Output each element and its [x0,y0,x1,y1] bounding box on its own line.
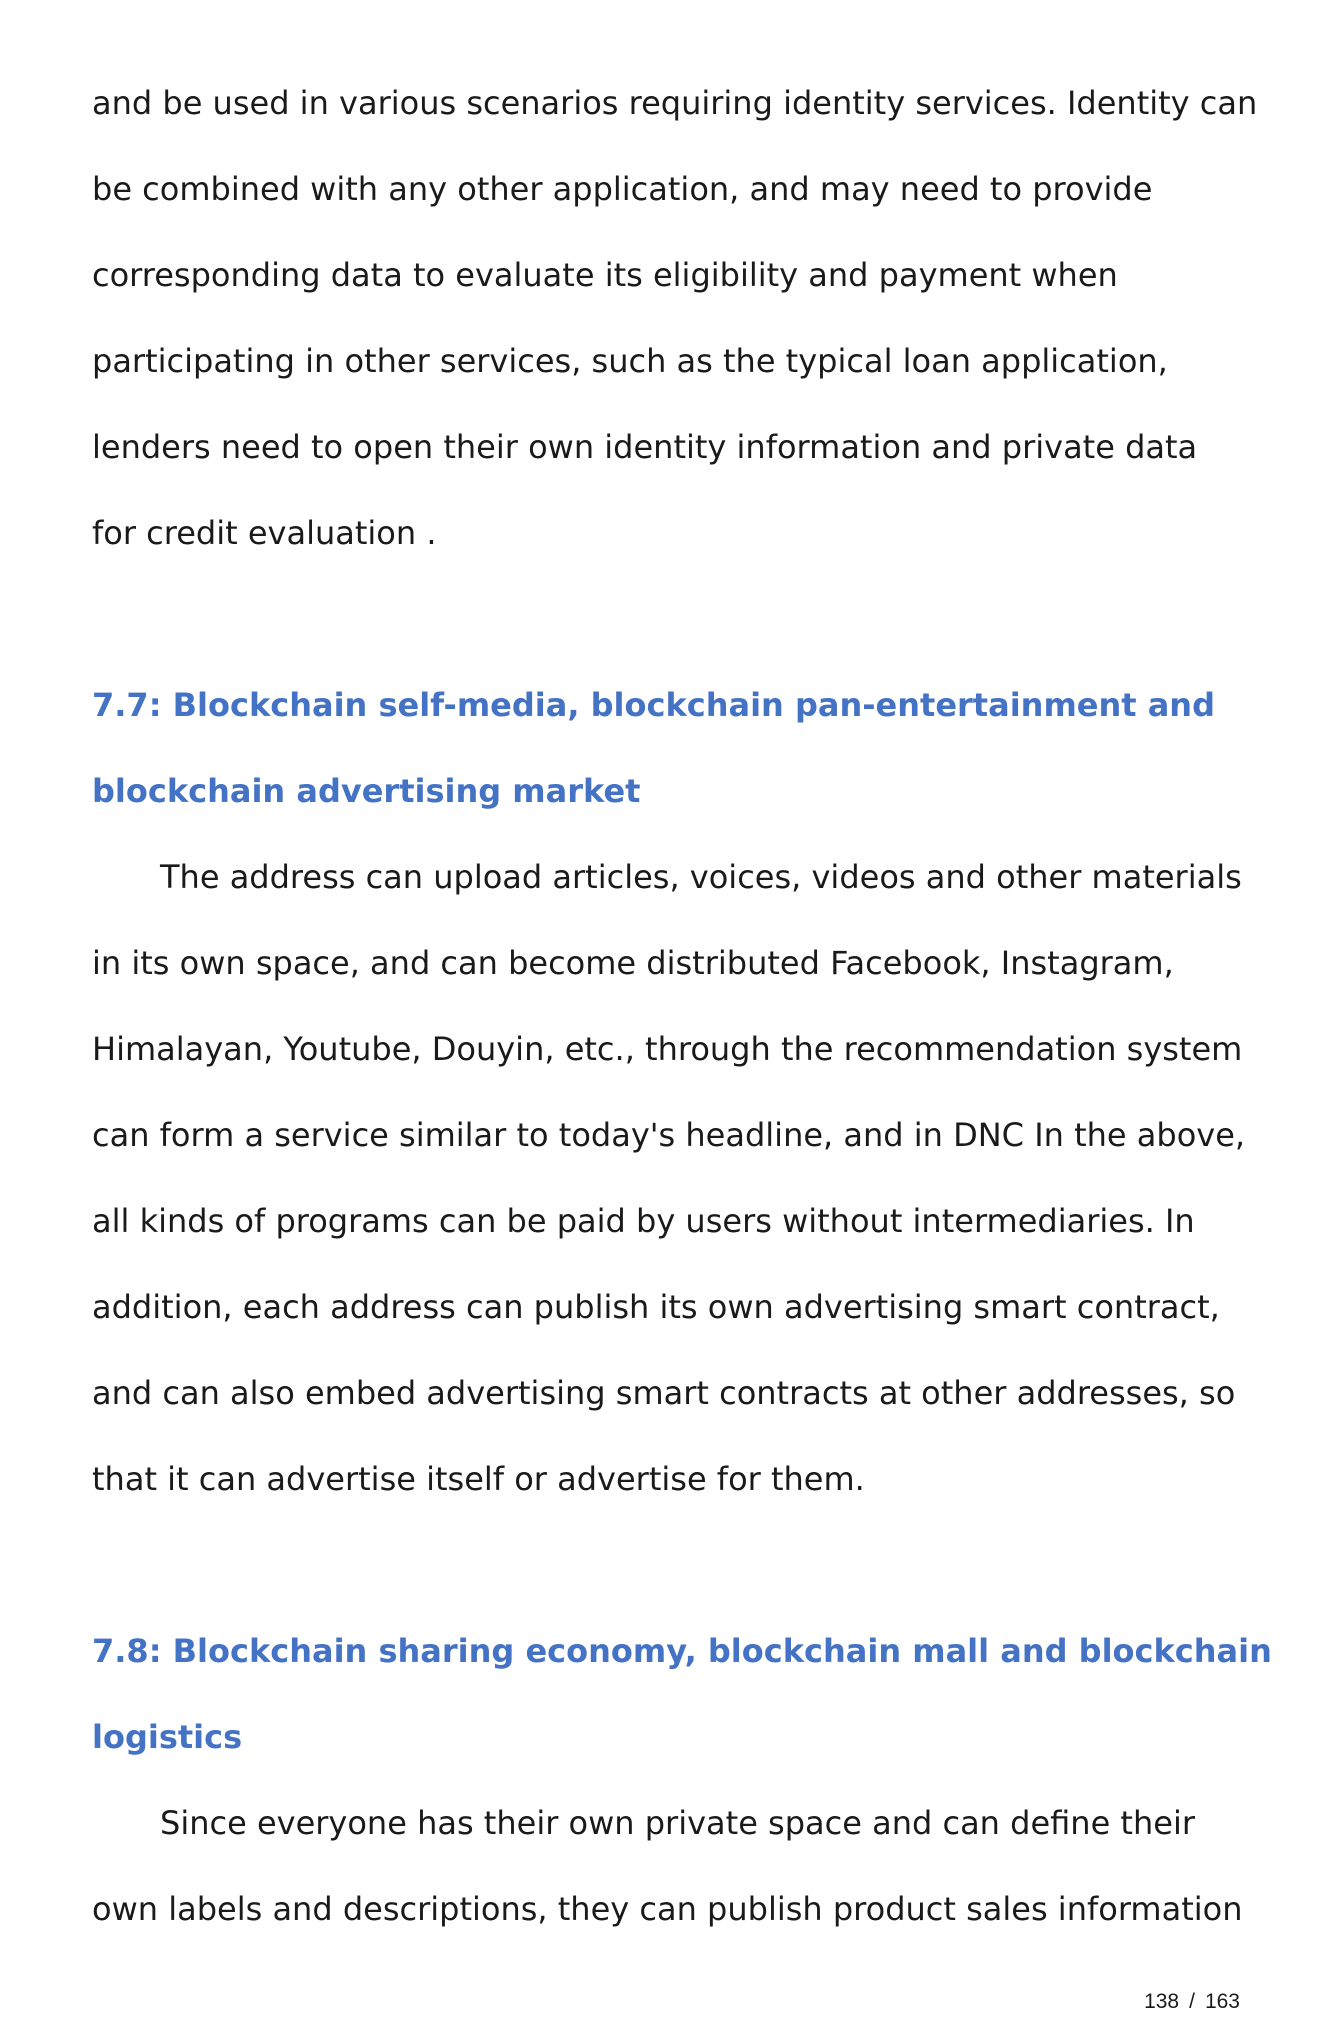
paragraph-line: for credit evaluation . [92,514,437,552]
document-page: and be used in various scenarios requiri… [92,60,1272,1952]
current-page: 138 [1144,1990,1180,2013]
intro-paragraph: and be used in various scenarios requiri… [92,60,1258,576]
paragraph-line: and be used in various scenarios requiri… [92,84,1258,122]
paragraph-line: Since everyone has their own private spa… [160,1804,1195,1842]
paragraph-line: that it can advertise itself or advertis… [92,1460,865,1498]
paragraph-line: all kinds of programs can be paid by use… [92,1202,1195,1240]
section-7-7-body: The address can upload articles, voices,… [92,834,1252,1522]
page-separator: / [1189,1990,1195,2013]
paragraph-line: lenders need to open their own identity … [92,428,1198,466]
paragraph-line: be combined with any other application, … [92,170,1153,208]
paragraph-line: corresponding data to evaluate its eligi… [92,256,1118,294]
paragraph-line: The address can upload articles, voices,… [160,858,1242,896]
section-heading-7-8: 7.8: Blockchain sharing economy, blockch… [92,1608,1272,1780]
section-heading-7-7: 7.7: Blockchain self-media, blockchain p… [92,662,1252,834]
paragraph-line: in its own space, and can become distrib… [92,944,1174,982]
heading-line: 7.7: Blockchain self-media, blockchain p… [92,686,1215,724]
heading-line: blockchain advertising market [92,772,641,810]
heading-line: 7.8: Blockchain sharing economy, blockch… [92,1632,1272,1670]
page-number: 138 / 163 [1144,1990,1240,2014]
heading-line: logistics [92,1718,243,1756]
paragraph-line: own labels and descriptions, they can pu… [92,1890,1243,1928]
paragraph-line: addition, each address can publish its o… [92,1288,1220,1326]
section-7-8-body: Since everyone has their own private spa… [92,1780,1252,1952]
paragraph-line: Himalayan, Youtube, Douyin, etc., throug… [92,1030,1243,1068]
paragraph-line: participating in other services, such as… [92,342,1168,380]
paragraph-line: can form a service similar to today's he… [92,1116,1246,1154]
total-pages: 163 [1204,1990,1240,2013]
paragraph-line: and can also embed advertising smart con… [92,1374,1236,1412]
